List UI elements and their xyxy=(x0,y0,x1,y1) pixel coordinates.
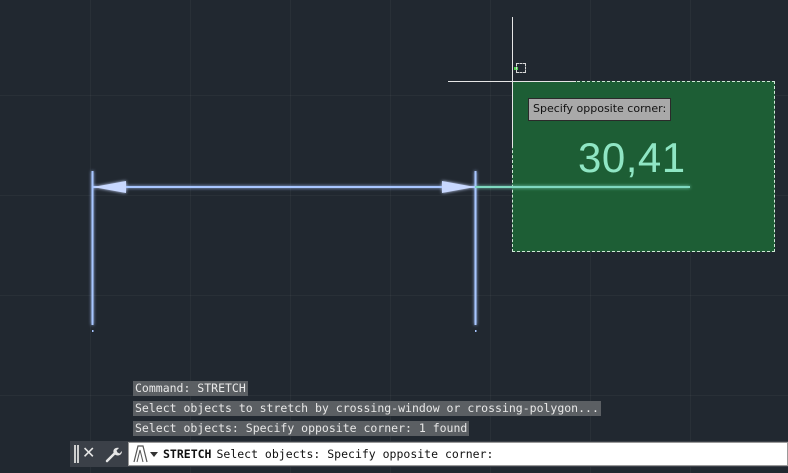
command-input[interactable]: STRETCH Select objects: Specify opposite … xyxy=(128,442,788,466)
pickbox-icon xyxy=(516,63,526,73)
wrench-icon[interactable] xyxy=(104,444,122,464)
history-line: Command: STRETCH xyxy=(133,381,248,396)
active-command-name: STRETCH xyxy=(163,447,212,461)
command-history: Command: STRETCH Select objects to stret… xyxy=(133,381,601,441)
close-icon[interactable]: ✕ xyxy=(82,443,98,463)
history-line: Select objects to stretch by crossing-wi… xyxy=(133,401,601,416)
crosshair-vertical xyxy=(512,17,513,147)
grip-handle-icon[interactable] xyxy=(74,444,80,464)
endpoint-marker-left xyxy=(92,330,94,332)
arrowhead-left xyxy=(93,181,126,193)
dimension-object xyxy=(91,171,690,325)
dimension-value-text[interactable]: 30,41 xyxy=(578,134,686,182)
arrowhead-right xyxy=(442,181,475,193)
recent-commands-icon[interactable] xyxy=(131,444,161,464)
command-prompt-text: Select objects: Specify opposite corner: xyxy=(216,447,494,461)
prompt-tooltip: Specify opposite corner: xyxy=(528,98,672,121)
command-prompt: STRETCH Select objects: Specify opposite … xyxy=(163,443,493,465)
history-line: Select objects: Specify opposite corner:… xyxy=(133,421,470,436)
command-line-bar: ✕ STRETCH Select objects: Specify opposit… xyxy=(70,441,788,467)
endpoint-marker-right xyxy=(475,330,477,332)
